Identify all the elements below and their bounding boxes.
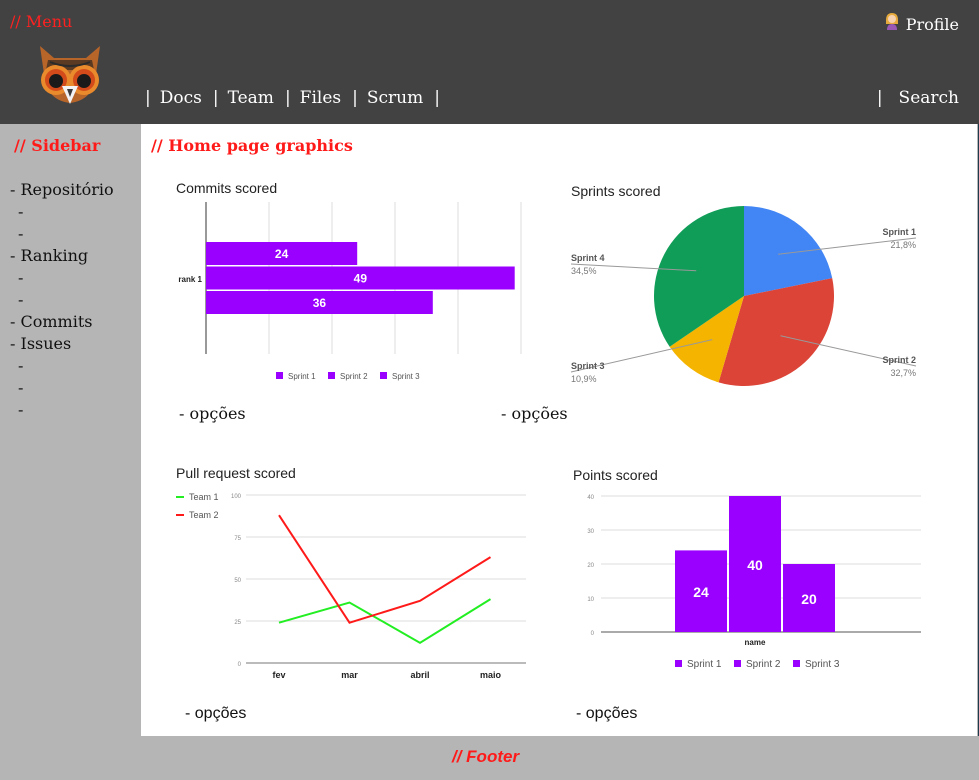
pullrequest-chart-title: Pull request scored xyxy=(176,465,296,481)
bar-value-label: 40 xyxy=(747,557,763,573)
points-options[interactable]: - opções xyxy=(576,705,637,723)
commits-chart-title: Commits scored xyxy=(176,180,278,196)
slice-percent-label: 21,8% xyxy=(890,240,916,250)
points-chart-title: Points scored xyxy=(573,467,658,483)
series-line xyxy=(278,514,492,624)
nav-team[interactable]: Team xyxy=(228,88,274,108)
sidebar-subitem[interactable]: - xyxy=(10,355,114,377)
nav-separator: | xyxy=(434,88,440,108)
search-link[interactable]: Search xyxy=(899,88,959,108)
legend-swatch xyxy=(380,372,387,379)
y-tick-label: 40 xyxy=(587,495,594,501)
legend-swatch xyxy=(276,372,283,379)
profile-link[interactable]: Profile xyxy=(884,12,959,34)
nav-docs[interactable]: Docs xyxy=(160,88,202,108)
main-nav: | Docs | Team | Files | Scrum | xyxy=(140,88,449,108)
sidebar-subitem[interactable]: - xyxy=(10,201,114,223)
sidebar-subitem[interactable]: - xyxy=(10,223,114,245)
legend-label: Sprint 1 xyxy=(288,372,316,381)
sidebar-subitem[interactable]: - xyxy=(10,399,114,421)
nav-files[interactable]: Files xyxy=(300,88,341,108)
owl-logo xyxy=(34,40,106,106)
user-icon xyxy=(884,12,900,34)
slice-name-label: Sprint 4 xyxy=(571,253,605,263)
slice-name-label: Sprint 1 xyxy=(882,227,916,237)
y-tick-label: 50 xyxy=(234,578,241,584)
legend-label: Sprint 1 xyxy=(687,659,722,670)
pullrequest-options[interactable]: - opções xyxy=(185,705,246,723)
sidebar: // Sidebar - Repositório - - - Ranking - - - C… xyxy=(0,124,141,736)
slice-percent-label: 10,9% xyxy=(571,374,597,384)
commits-options[interactable]: - opções xyxy=(179,404,246,423)
commits-chart: 24 49 36 rank 1 Sprint 1 Sprint 2 Sprint 3 xyxy=(178,202,522,381)
bar-value-label: 24 xyxy=(275,247,289,261)
sidebar-subitem[interactable]: - xyxy=(10,267,114,289)
legend-swatch xyxy=(734,660,741,667)
x-tick-label: maio xyxy=(480,670,502,680)
bar-value-label: 36 xyxy=(313,296,327,310)
slice-name-label: Sprint 3 xyxy=(571,361,605,371)
legend-label: Sprint 3 xyxy=(392,372,420,381)
nav-separator: | xyxy=(876,88,883,108)
y-tick-label: 25 xyxy=(234,620,241,626)
slice-percent-label: 32,7% xyxy=(890,368,916,378)
y-tick-label: 30 xyxy=(587,529,594,535)
nav-scrum[interactable]: Scrum xyxy=(367,88,423,108)
sidebar-item[interactable]: - Commits xyxy=(10,311,114,333)
slice-percent-label: 34,5% xyxy=(571,266,597,276)
bar-value-label: 49 xyxy=(354,272,368,286)
x-tick-label: mar xyxy=(341,670,358,680)
points-chart: 0 10 20 30 40 24 40 20 name Sprint 1 Sprint 2 Sprin… xyxy=(587,495,921,670)
footer-label: // Footer xyxy=(452,747,520,766)
sprints-options[interactable]: - opções xyxy=(501,404,568,423)
legend-label: Team 1 xyxy=(189,492,219,502)
sprints-chart-title: Sprints scored xyxy=(571,183,661,199)
sidebar-title: // Sidebar xyxy=(14,136,101,155)
x-tick-label: abril xyxy=(410,670,429,680)
pullrequest-chart: 0 25 50 75 100 fev mar abril maio Team 1 Team 2 xyxy=(176,492,526,680)
legend-label: Sprint 3 xyxy=(805,659,840,670)
sidebar-list: - Repositório - - - Ranking - - - Commits - Iss… xyxy=(10,179,114,421)
header: // Menu Profile | Docs | Team | Files | Scrum | xyxy=(0,0,979,124)
nav-separator: | xyxy=(284,88,291,108)
sidebar-item[interactable]: - Issues xyxy=(10,333,114,355)
legend-label: Sprint 2 xyxy=(340,372,368,381)
legend-swatch xyxy=(328,372,335,379)
main-content: // Home page graphics Commits scored 24 4… xyxy=(141,124,977,736)
y-tick-label: 100 xyxy=(231,494,242,500)
legend-label: Team 2 xyxy=(189,510,219,520)
sidebar-subitem[interactable]: - xyxy=(10,377,114,399)
y-tick-label: 10 xyxy=(587,597,594,603)
y-tick-label: 0 xyxy=(591,631,595,637)
sidebar-item[interactable]: - Repositório xyxy=(10,179,114,201)
bar-value-label: 20 xyxy=(801,591,817,607)
legend-swatch xyxy=(793,660,800,667)
main-title: // Home page graphics xyxy=(151,136,353,155)
search-area: | Search xyxy=(877,88,959,108)
y-tick-label: 20 xyxy=(587,563,594,569)
footer: // Footer xyxy=(0,736,979,780)
profile-label: Profile xyxy=(905,15,959,34)
y-tick-label: 75 xyxy=(234,536,241,542)
sprints-chart: Sprint 1 21,8% Sprint 2 32,7% Sprint 3 10,9% S… xyxy=(570,206,917,386)
sidebar-subitem[interactable]: - xyxy=(10,289,114,311)
x-tick-label: fev xyxy=(272,670,285,680)
category-label: rank 1 xyxy=(178,275,202,284)
nav-separator: | xyxy=(145,88,151,108)
nav-separator: | xyxy=(352,88,358,108)
bar-value-label: 24 xyxy=(693,584,709,600)
nav-separator: | xyxy=(212,88,219,108)
menu-label: // Menu xyxy=(10,12,73,31)
legend-label: Sprint 2 xyxy=(746,659,781,670)
slice-name-label: Sprint 2 xyxy=(882,355,916,365)
sidebar-item[interactable]: - Ranking xyxy=(10,245,114,267)
x-axis-label: name xyxy=(745,638,766,647)
legend-swatch xyxy=(675,660,682,667)
y-tick-label: 0 xyxy=(238,662,242,668)
